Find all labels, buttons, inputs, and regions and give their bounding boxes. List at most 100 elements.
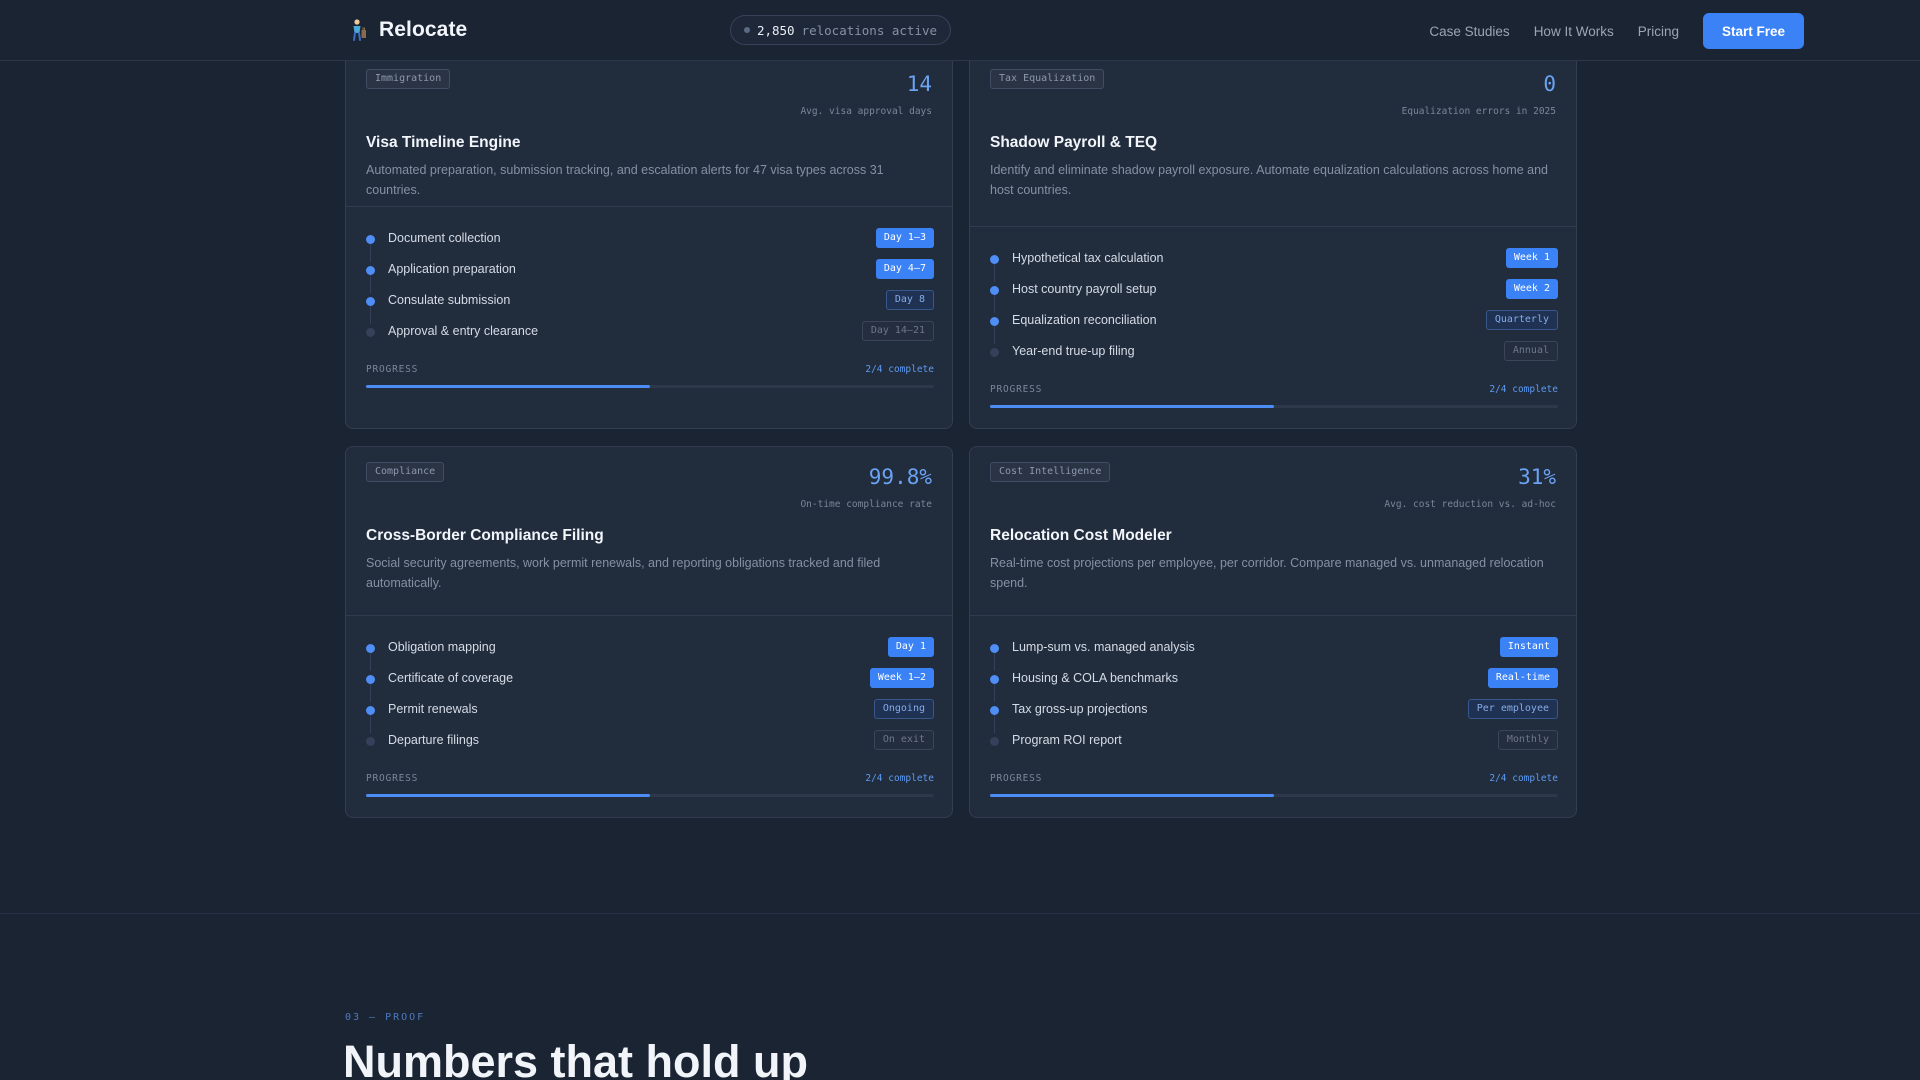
step-label: Departure filings bbox=[388, 732, 480, 747]
step-item: Tax gross-up projections Per employee bbox=[990, 693, 1558, 733]
step-item: Year-end true-up filing Annual bbox=[990, 335, 1558, 366]
progress-fill bbox=[990, 794, 1274, 797]
card-progress: PROGRESS 2/4 complete bbox=[990, 384, 1558, 408]
step-timing-badge: Instant bbox=[1499, 636, 1558, 657]
step-item: Hypothetical tax calculation Week 1 bbox=[990, 242, 1558, 282]
card-description: Identify and eliminate shadow payroll ex… bbox=[990, 163, 1548, 197]
step-timing-badge: Week 2 bbox=[1505, 278, 1558, 299]
progress-track bbox=[990, 405, 1558, 408]
step-dot-icon bbox=[990, 317, 999, 326]
card-progress: PROGRESS 2/4 complete bbox=[990, 773, 1558, 797]
step-item: Program ROI report Monthly bbox=[990, 724, 1558, 755]
step-dot-icon bbox=[366, 706, 375, 715]
card-metric-label: Equalization errors in 2025 bbox=[1401, 106, 1556, 117]
card-progress: PROGRESS 2/4 complete bbox=[366, 364, 934, 388]
progress-track bbox=[990, 794, 1558, 797]
progress-label: PROGRESS bbox=[990, 384, 1043, 395]
brand-logo-icon bbox=[353, 19, 366, 41]
step-timing-badge: Day 14–21 bbox=[861, 320, 934, 341]
step-item: Approval & entry clearance Day 14–21 bbox=[366, 315, 934, 346]
step-timing-badge: Real-time bbox=[1487, 667, 1558, 688]
nav-link-how-it-works[interactable]: How It Works bbox=[1534, 24, 1614, 39]
status-dot-icon bbox=[743, 27, 750, 33]
step-item: Document collection Day 1–3 bbox=[366, 222, 934, 262]
step-label: Housing & COLA benchmarks bbox=[1012, 670, 1179, 685]
nav-link-pricing[interactable]: Pricing bbox=[1638, 24, 1679, 39]
feature-card-cost-modeler: Cost Intelligence 31% Avg. cost reductio… bbox=[969, 446, 1577, 818]
card-step-list: Obligation mapping Day 1 Certificate of c… bbox=[366, 631, 934, 755]
nav-link-case-studies[interactable]: Case Studies bbox=[1429, 24, 1509, 39]
section-divider bbox=[0, 913, 1920, 914]
progress-fill bbox=[990, 405, 1274, 408]
step-label: Host country payroll setup bbox=[1012, 281, 1157, 296]
step-item: Permit renewals Ongoing bbox=[366, 693, 934, 733]
card-category-tag: Tax Equalization bbox=[990, 69, 1105, 89]
step-item: Housing & COLA benchmarks Real-time bbox=[990, 662, 1558, 702]
card-category-tag: Cost Intelligence bbox=[990, 462, 1111, 482]
step-dot-icon bbox=[366, 644, 375, 653]
step-label: Document collection bbox=[388, 230, 501, 245]
step-label: Lump-sum vs. managed analysis bbox=[1012, 639, 1195, 654]
step-label: Consulate submission bbox=[388, 292, 511, 307]
card-divider bbox=[970, 226, 1576, 227]
card-metric-label: On-time compliance rate bbox=[800, 499, 932, 510]
step-label: Application preparation bbox=[388, 261, 516, 276]
card-description: Automated preparation, submission tracki… bbox=[366, 163, 884, 197]
step-item: Equalization reconciliation Quarterly bbox=[990, 304, 1558, 344]
card-step-list: Document collection Day 1–3 Application p… bbox=[366, 222, 934, 346]
step-timing-badge: Ongoing bbox=[873, 698, 934, 719]
section-headline: Numbers that hold up bbox=[343, 1036, 808, 1080]
step-item: Application preparation Day 4–7 bbox=[366, 253, 934, 293]
progress-status: 2/4 complete bbox=[865, 364, 934, 375]
card-metric-value: 0 bbox=[1543, 72, 1556, 96]
card-step-list: Hypothetical tax calculation Week 1 Host … bbox=[990, 242, 1558, 366]
card-metric-value: 31% bbox=[1518, 465, 1556, 489]
card-metric-value: 99.8% bbox=[868, 465, 932, 489]
step-timing-badge: Day 1–3 bbox=[875, 227, 934, 248]
start-free-button[interactable]: Start Free bbox=[1702, 13, 1804, 49]
step-label: Approval & entry clearance bbox=[388, 323, 539, 338]
step-dot-icon bbox=[990, 706, 999, 715]
card-step-list: Lump-sum vs. managed analysis Instant Hou… bbox=[990, 631, 1558, 755]
step-dot-icon bbox=[990, 255, 999, 264]
progress-status: 2/4 complete bbox=[1489, 773, 1558, 784]
feature-card-compliance-filing: Compliance 99.8% On-time compliance rate… bbox=[345, 446, 953, 818]
card-description: Real-time cost projections per employee,… bbox=[990, 556, 1544, 590]
step-dot-icon bbox=[990, 644, 999, 653]
step-label: Obligation mapping bbox=[388, 639, 496, 654]
feature-card-visa-timeline: Immigration 14 Avg. visa approval days V… bbox=[345, 53, 953, 429]
card-divider bbox=[346, 206, 952, 207]
section-eyebrow: 03 — PROOF bbox=[345, 1012, 426, 1023]
card-metric-value: 14 bbox=[906, 72, 932, 96]
step-label: Year-end true-up filing bbox=[1012, 343, 1135, 358]
step-dot-icon bbox=[366, 297, 375, 306]
step-label: Permit renewals bbox=[388, 701, 478, 716]
step-dot-icon bbox=[990, 675, 999, 684]
step-dot-icon bbox=[366, 235, 375, 244]
step-timing-badge: Week 1 bbox=[1505, 247, 1558, 268]
step-timing-badge: Per employee bbox=[1467, 698, 1558, 719]
progress-status: 2/4 complete bbox=[1489, 384, 1558, 395]
step-dot-icon bbox=[366, 675, 375, 684]
step-timing-badge: Day 4–7 bbox=[875, 258, 934, 279]
brand-name: Relocate bbox=[379, 18, 468, 41]
card-title: Relocation Cost Modeler bbox=[990, 527, 1172, 544]
card-title: Visa Timeline Engine bbox=[366, 134, 521, 151]
card-divider bbox=[970, 615, 1576, 616]
card-divider bbox=[346, 615, 952, 616]
progress-track bbox=[366, 794, 934, 797]
card-metric-label: Avg. cost reduction vs. ad-hoc bbox=[1384, 499, 1556, 510]
brand[interactable]: Relocate bbox=[345, 18, 467, 42]
progress-label: PROGRESS bbox=[366, 364, 419, 375]
step-dot-icon bbox=[990, 286, 999, 295]
card-progress: PROGRESS 2/4 complete bbox=[366, 773, 934, 797]
progress-fill bbox=[366, 794, 650, 797]
step-timing-badge: On exit bbox=[873, 729, 934, 750]
progress-track bbox=[366, 385, 934, 388]
progress-label: PROGRESS bbox=[366, 773, 419, 784]
step-timing-badge: Day 8 bbox=[885, 289, 934, 310]
progress-status: 2/4 complete bbox=[865, 773, 934, 784]
step-item: Consulate submission Day 8 bbox=[366, 284, 934, 324]
step-item: Certificate of coverage Week 1–2 bbox=[366, 662, 934, 702]
card-metric-label: Avg. visa approval days bbox=[800, 106, 932, 117]
